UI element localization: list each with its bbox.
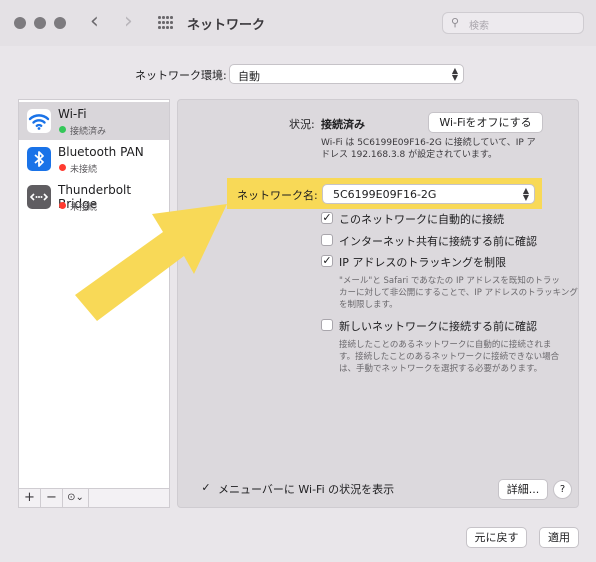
status-label: 状況: xyxy=(289,118,315,131)
apply-button[interactable]: 適用 xyxy=(539,527,579,548)
action-menu-button[interactable]: ⊙⌄ xyxy=(63,489,89,507)
location-value: 自動 xyxy=(238,70,260,83)
network-name-select[interactable]: 5C6199E09F16-2G ▲ ▼ xyxy=(322,184,535,204)
network-name-label: ネットワーク名: xyxy=(237,189,318,202)
wifi-icon xyxy=(27,109,51,133)
revert-button[interactable]: 元に戻す xyxy=(466,527,527,548)
service-list-toolbar: + − ⊙⌄ xyxy=(18,488,170,508)
show-all-grid-icon[interactable] xyxy=(158,16,173,30)
back-arrow-icon[interactable]: ‹ xyxy=(90,10,99,34)
tracking-description-line2: カーに対して非公開にすることで、IP アドレスのトラッキング xyxy=(339,288,578,298)
ask-hotspot-label: インターネット共有に接続する前に確認 xyxy=(339,235,537,248)
auto-join-checkbox[interactable]: ✓ xyxy=(321,212,333,224)
status-value: 接続済み xyxy=(321,118,365,131)
ask-join-description-line1: 接続したことのあるネットワークに自動的に接続されま xyxy=(339,340,552,350)
status-dot-icon xyxy=(59,126,66,133)
search-icon: ⚲ xyxy=(451,16,460,29)
sidebar-item-status: 未接続 xyxy=(70,165,98,175)
ask-join-description-line2: す。接続したことのあるネットワークに接続できない場合 xyxy=(339,352,560,362)
search-placeholder: 検索 xyxy=(469,21,489,32)
minimize-window-button[interactable] xyxy=(34,17,46,29)
ask-hotspot-checkbox[interactable] xyxy=(321,234,333,246)
advanced-button[interactable]: 詳細... xyxy=(498,479,548,500)
select-stepper-icon: ▲ ▼ xyxy=(522,186,529,202)
help-button[interactable]: ? xyxy=(553,480,572,499)
status-description-line2: ドレス 192.168.3.8 が設定されています。 xyxy=(321,150,497,160)
wifi-off-button[interactable]: Wi-Fiをオフにする xyxy=(428,112,543,133)
sidebar-item-status: 接続済み xyxy=(70,127,107,137)
network-name-value: 5C6199E09F16-2G xyxy=(333,188,437,201)
status-dot-icon xyxy=(59,164,66,171)
location-label: ネットワーク環境: xyxy=(135,69,227,82)
thunderbolt-bridge-icon xyxy=(27,185,51,209)
location-select[interactable]: 自動 ▲ ▼ xyxy=(229,64,464,84)
search-field[interactable]: ⚲ 検索 xyxy=(442,12,584,34)
tracking-description-line1: "メール"と Safari であなたの IP アドレスを既知のトラッ xyxy=(339,276,560,286)
tracking-description-line3: を制限します。 xyxy=(339,300,398,310)
status-description-line1: Wi-Fi は 5C6199E09F16-2G に接続していて、IP ア xyxy=(321,138,536,148)
show-in-menubar-checkbox[interactable]: ✓ xyxy=(200,482,212,494)
zoom-window-button[interactable] xyxy=(54,17,66,29)
show-in-menubar-label: メニューバーに Wi-Fi の状況を表示 xyxy=(218,483,395,496)
bluetooth-icon xyxy=(27,147,51,171)
select-stepper-icon: ▲ ▼ xyxy=(451,66,458,82)
annotation-arrow-icon xyxy=(75,204,227,321)
window-title: ネットワーク xyxy=(187,18,266,33)
remove-service-button[interactable]: − xyxy=(41,489,63,507)
sidebar-item-label: Wi-Fi xyxy=(58,107,87,121)
auto-join-label: このネットワークに自動的に接続 xyxy=(339,213,504,226)
add-service-button[interactable]: + xyxy=(19,489,41,507)
close-window-button[interactable] xyxy=(14,17,26,29)
limit-ip-tracking-label: IP アドレスのトラッキングを制限 xyxy=(339,256,507,269)
ask-join-description-line3: は、手動でネットワークを選択する必要があります。 xyxy=(339,364,543,374)
sidebar-item-label: Bluetooth PAN xyxy=(58,145,144,159)
sidebar-item-bluetooth-pan[interactable]: Bluetooth PAN 未接続 xyxy=(19,140,169,178)
forward-arrow-icon[interactable]: › xyxy=(124,10,133,34)
limit-ip-tracking-checkbox[interactable]: ✓ xyxy=(321,255,333,267)
ask-join-new-label: 新しいネットワークに接続する前に確認 xyxy=(339,320,537,333)
ask-join-new-checkbox[interactable] xyxy=(321,319,333,331)
sidebar-item-wifi[interactable]: Wi-Fi 接続済み xyxy=(19,102,169,140)
